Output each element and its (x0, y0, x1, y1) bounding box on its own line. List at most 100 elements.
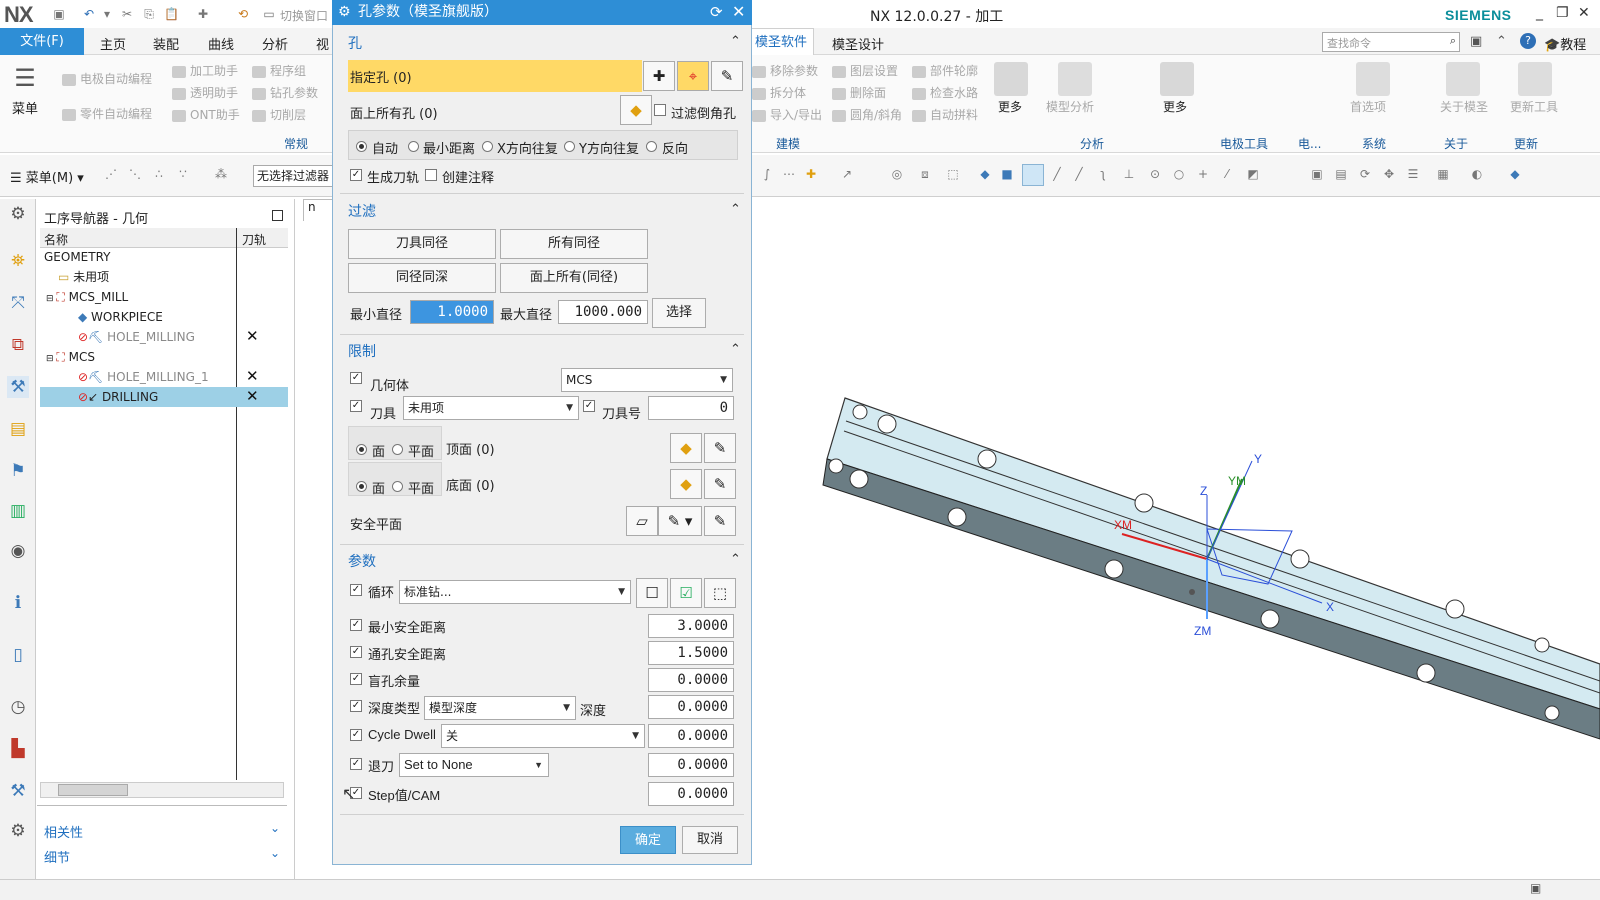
collapse-icon[interactable]: ⊟ (40, 354, 56, 364)
status-window-icon[interactable]: ▣ (1530, 881, 1541, 895)
gear-icon[interactable]: ⚙ (7, 203, 29, 225)
group-electrode-tools[interactable]: 电极工具 (1220, 135, 1268, 152)
min-safe-checkbox[interactable]: ✓ (350, 619, 362, 631)
surface-icon[interactable]: ◩ (1246, 167, 1260, 181)
chevron-down-icon[interactable]: ⌄ (270, 846, 280, 860)
ribbon-program-group[interactable]: 程序组 (252, 62, 306, 79)
face-select-button[interactable]: ◆ (620, 95, 652, 125)
view-eye-icon[interactable]: ◉ (7, 540, 29, 562)
cycle-checkbox[interactable]: ✓ (350, 584, 362, 596)
shading-icon[interactable]: ◐ (1470, 167, 1484, 181)
snap-icon[interactable]: ⋰ (104, 167, 118, 181)
snap-icon-4[interactable]: ∵ (176, 167, 190, 181)
menu-label[interactable]: 菜单 (12, 98, 38, 117)
safe-plane-brush-button[interactable]: ✎ (704, 506, 736, 536)
cancel-button[interactable]: 取消 (682, 826, 738, 854)
ribbon-machining-helper[interactable]: 加工助手 (172, 62, 238, 79)
group-system[interactable]: 系统 (1362, 135, 1386, 152)
cycle-confirm-button[interactable]: ☑ (670, 578, 702, 608)
collapse-icon[interactable]: ⌃ (730, 202, 741, 217)
assembly-nav-icon[interactable]: ⛯ (7, 250, 29, 272)
update-icon[interactable] (1518, 62, 1552, 96)
search-input[interactable]: 查找命令 ⌕ (1322, 32, 1460, 52)
group-electrode-more[interactable]: 电... (1298, 135, 1321, 152)
tools-icon[interactable]: ⚙ (7, 820, 29, 842)
constraint-nav-icon[interactable]: ⤧ (7, 292, 29, 314)
radio-auto[interactable] (356, 141, 367, 152)
tab-analysis[interactable]: 分析 (262, 34, 288, 53)
column-toolpath[interactable]: 刀轨 (242, 231, 266, 248)
tool-select[interactable]: 未用项 ▼ (403, 396, 579, 420)
info-icon[interactable]: ℹ (7, 592, 29, 614)
orient-icon[interactable]: ◆ (1508, 167, 1522, 181)
ribbon-import-export[interactable]: 导入/导出 (752, 106, 822, 123)
switch-window-label[interactable]: 切换窗口 (280, 7, 328, 24)
preferences-icon[interactable] (1356, 62, 1390, 96)
collapse-icon[interactable]: ⌃ (730, 34, 741, 49)
max-dia-input[interactable]: 1000.000 (558, 300, 648, 324)
viewport-tab[interactable]: n (303, 199, 333, 221)
history-clock-icon[interactable]: ◷ (7, 696, 29, 718)
minimize-button[interactable]: _ (1536, 5, 1543, 21)
intersection-icon[interactable]: ⊥ (1122, 167, 1136, 181)
model-analysis-button[interactable]: 模型分析 (1046, 98, 1094, 115)
library-icon[interactable]: ▥ (7, 500, 29, 522)
touch-mode-icon[interactable]: ✚ (196, 7, 210, 21)
radio-reverse[interactable] (646, 141, 657, 152)
group-modeling[interactable]: 建模 (776, 135, 800, 152)
tab-view[interactable]: 视 (316, 34, 329, 53)
snap-point-icon[interactable]: ⋯ (782, 167, 796, 181)
line-icon-2[interactable]: ╱ (1072, 167, 1086, 181)
ribbon-electrode-auto[interactable]: 电极自动编程 (62, 70, 152, 87)
point-icon[interactable]: ✚ (804, 167, 818, 181)
maximize-icon[interactable] (272, 210, 283, 221)
view-icon-2[interactable]: ▤ (1334, 167, 1348, 181)
min-dia-input[interactable]: 1.0000 (410, 300, 494, 324)
ribbon-delete-face[interactable]: 删除面 (832, 84, 886, 101)
layer-icon[interactable]: ☰ (1406, 167, 1420, 181)
quadrant-icon[interactable]: ○ (1172, 167, 1186, 181)
part-nav-icon[interactable]: ⧉ (7, 334, 29, 356)
ribbon-part-outline[interactable]: 部件轮廓 (912, 62, 978, 79)
reset-icon[interactable]: ⟳ (710, 3, 723, 21)
snap-icon-3[interactable]: ∴ (152, 167, 166, 181)
collapse-icon[interactable]: ⌃ (730, 342, 741, 357)
close-window-button[interactable]: ✕ (1578, 5, 1590, 21)
chevron-down-icon[interactable]: ▾ (100, 7, 114, 21)
rotate-icon[interactable]: ⟳ (1358, 167, 1372, 181)
specify-hole-row[interactable]: 指定孔 (0) (348, 60, 642, 92)
thru-safe-checkbox[interactable]: ✓ (350, 646, 362, 658)
undo-icon[interactable]: ↶ (82, 7, 96, 21)
blind-allowance-input[interactable]: 0.0000 (648, 668, 734, 692)
tool-number-checkbox[interactable]: ✓ (583, 400, 595, 412)
column-name[interactable]: 名称 (44, 231, 68, 248)
ribbon-remove-params[interactable]: 移除参数 (752, 62, 818, 79)
same-dia-tool-button[interactable]: 刀具同径 (348, 229, 496, 259)
palette-icon[interactable]: ▙ (7, 738, 29, 760)
face-all-same-dia-button[interactable]: 面上所有(同径) (500, 263, 648, 293)
arrow-icon[interactable]: ↗ (840, 167, 854, 181)
thru-safe-input[interactable]: 1.5000 (648, 641, 734, 665)
solid-cube-icon[interactable]: ■ (1000, 167, 1014, 181)
accordion-dependencies[interactable]: 相关性 (44, 822, 83, 841)
radio-bottom-plane[interactable] (392, 481, 403, 492)
group-about[interactable]: 关于 (1444, 135, 1468, 152)
part-model[interactable]: XM YM ZM X Y Z (752, 199, 1600, 879)
create-note-checkbox[interactable] (425, 169, 437, 181)
save-icon[interactable]: ▣ (52, 7, 66, 21)
curve-point-icon[interactable]: ʅ (1096, 167, 1110, 181)
about-icon[interactable] (1446, 62, 1480, 96)
crosshair-button[interactable]: ⌖ (677, 61, 709, 91)
plus-icon[interactable]: + (1196, 167, 1210, 181)
pan-icon[interactable]: ✥ (1382, 167, 1396, 181)
snap-icon-2[interactable]: ⋱ (128, 167, 142, 181)
preferences-button[interactable]: 首选项 (1350, 98, 1386, 115)
depth-type-checkbox[interactable]: ✓ (350, 700, 362, 712)
tutorial-link[interactable]: 🎓教程 (1544, 34, 1586, 53)
bottom-face-select-button[interactable]: ◆ (670, 469, 702, 499)
section-limit[interactable]: 限制 (348, 341, 376, 361)
scrollbar-thumb[interactable] (58, 784, 128, 796)
tree-row-unused[interactable]: ▭ 未用项 (40, 267, 288, 287)
line-icon[interactable]: ╱ (1050, 167, 1064, 181)
menu-dropdown[interactable]: ☰ 菜单(M) ▾ (10, 167, 84, 186)
